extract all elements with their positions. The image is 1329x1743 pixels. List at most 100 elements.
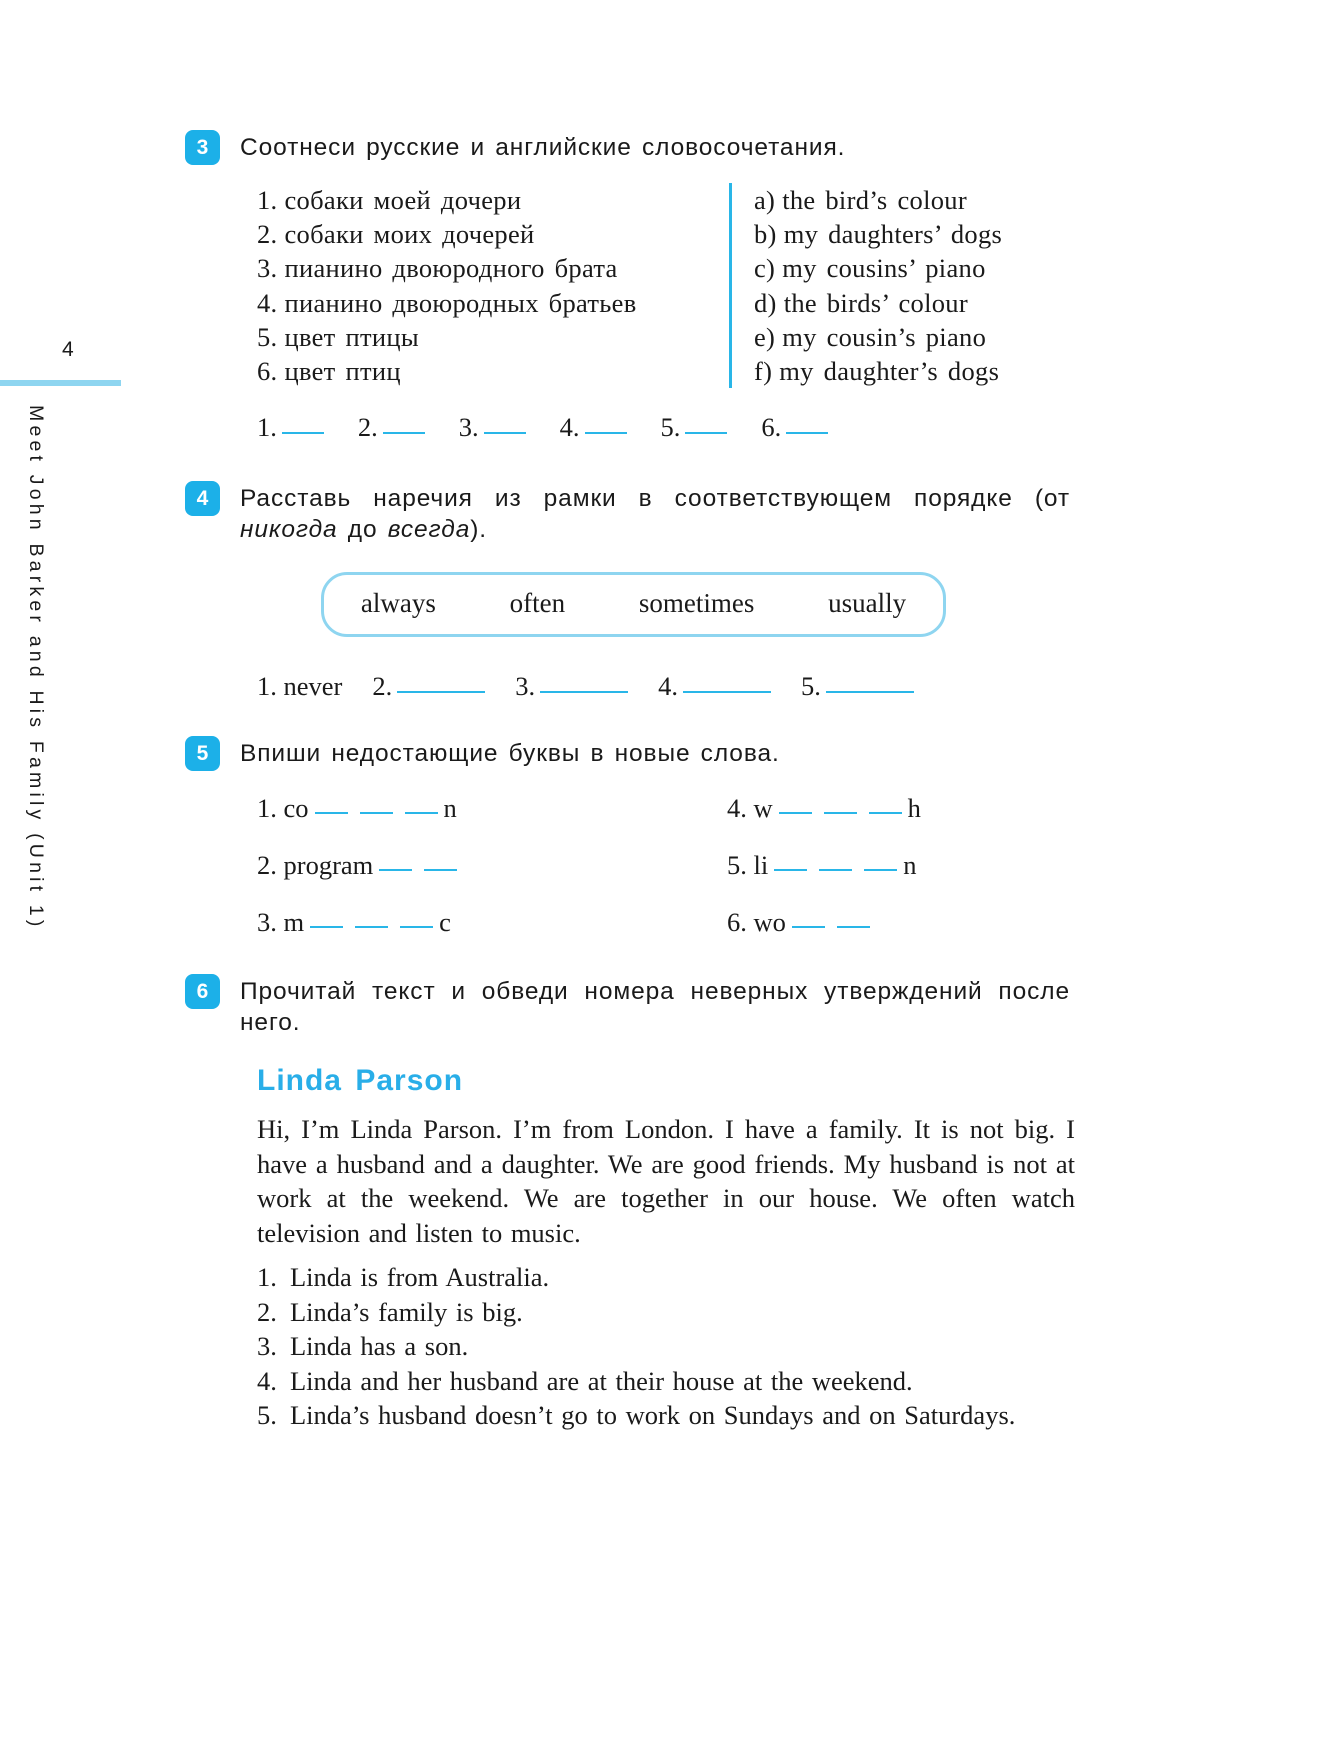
statement-text: Linda’s family is big.: [290, 1296, 523, 1327]
statement-text: Linda has a son.: [290, 1331, 469, 1362]
answer-slot-label: 2.: [372, 670, 393, 701]
letter-blank[interactable]: [836, 925, 870, 928]
item-suffix: c: [439, 906, 451, 937]
word-gap-item: 4. w h: [727, 793, 1270, 824]
exercise-3-english-column: a) the bird’s colour b) my daughters’ dogs…: [729, 183, 1002, 389]
exercise-5-number: 5: [185, 735, 220, 771]
letter-blank[interactable]: [823, 811, 857, 814]
letter-blank[interactable]: [791, 925, 825, 928]
word-gap-item: 1. co n: [257, 793, 727, 824]
letter-blank[interactable]: [355, 925, 389, 928]
answer-blank[interactable]: [540, 690, 629, 693]
item-text: собаки моих дочерей: [284, 219, 535, 250]
letter-blank[interactable]: [868, 811, 902, 814]
word-bank-item[interactable]: always: [361, 588, 436, 619]
answer-slot-label: 4.: [658, 670, 678, 701]
answer-blank[interactable]: [584, 432, 627, 435]
statement-item[interactable]: 3. Linda has a son.: [257, 1329, 1075, 1363]
letter-blank[interactable]: [778, 811, 812, 814]
item-text: my cousin’s piano: [782, 321, 987, 352]
story-text: Hi, I’m Linda Parson. I’m from London. I…: [257, 1114, 1075, 1248]
exercise-5-prompt: Впиши недостающие буквы в новые слова.: [240, 739, 780, 767]
answer-blank[interactable]: [281, 432, 324, 435]
answer-blank[interactable]: [682, 690, 771, 693]
exercise-5: 5 Впиши недостающие буквы в новые слова.…: [185, 735, 1270, 938]
answer-slot: 1.: [257, 412, 324, 442]
exercise-5-header: 5 Впиши недостающие буквы в новые слова.: [185, 735, 1270, 771]
letter-blank[interactable]: [310, 925, 344, 928]
statement-item[interactable]: 1. Linda is from Australia.: [257, 1260, 1075, 1294]
item-label: 5.: [257, 321, 278, 352]
item-label: 3.: [257, 253, 278, 284]
letter-blank[interactable]: [314, 811, 348, 814]
item-label: 1.: [257, 792, 277, 823]
letter-blank[interactable]: [774, 868, 808, 871]
page-margin-sidebar: 4 Meet John Barker and His Family (Unit …: [0, 0, 185, 1743]
statement-number[interactable]: 4.: [257, 1364, 290, 1398]
word-gap-item: 2. program: [257, 850, 727, 881]
letter-blank[interactable]: [864, 868, 898, 871]
letter-blank[interactable]: [400, 925, 434, 928]
statement-text: Linda’s husband doesn’t go to work on Su…: [290, 1399, 1016, 1430]
statement-item[interactable]: 5. Linda’s husband doesn’t go to work on…: [257, 1398, 1075, 1432]
exercise-6: 6 Прочитай текст и обведи номера неверны…: [185, 973, 1270, 1433]
answer-blank[interactable]: [382, 432, 425, 435]
statement-number[interactable]: 5.: [257, 1398, 290, 1432]
item-text: цвет птицы: [284, 321, 419, 352]
list-item: a) the bird’s colour: [754, 183, 1002, 217]
statement-number[interactable]: 1.: [257, 1260, 290, 1294]
prompt-part-2: до: [337, 516, 388, 544]
list-item: 4. пианино двоюродных братьев: [257, 286, 729, 320]
answer-slot-label: 6.: [761, 412, 782, 443]
statement-number[interactable]: 3.: [257, 1329, 290, 1363]
answer-slot-label: 1.: [257, 670, 277, 701]
statement-item[interactable]: 2. Linda’s family is big.: [257, 1295, 1075, 1329]
exercise-3-answer-row: 1. 2. 3. 4. 5. 6.: [257, 412, 1270, 443]
exercise-3-russian-column: 1. собаки моей дочери 2. собаки моих дочер…: [257, 183, 729, 388]
letter-blank[interactable]: [819, 868, 853, 871]
letter-blank[interactable]: [359, 811, 393, 814]
word-bank-items: always often sometimes usually: [324, 588, 943, 619]
answer-blank[interactable]: [786, 432, 829, 435]
item-label: b): [754, 219, 777, 250]
item-label: a): [754, 185, 776, 215]
exercise-4: 4 Расставь наречия из рамки в соответств…: [185, 481, 1270, 702]
item-prefix: co: [283, 792, 309, 823]
item-text: пианино двоюродных братьев: [284, 287, 637, 318]
answer-blank[interactable]: [825, 690, 914, 693]
answer-slot-label: 3.: [458, 412, 479, 443]
running-title: Meet John Barker and His Family (Unit 1): [25, 405, 47, 931]
item-label: 3.: [257, 906, 277, 937]
statement-item[interactable]: 4. Linda and her husband are at their ho…: [257, 1364, 1075, 1398]
item-label: 2.: [257, 219, 278, 250]
answer-slot-label: 4.: [559, 412, 580, 443]
exercise-4-prompt: Расставь наречия из рамки в соответствую…: [240, 481, 1070, 546]
item-label: 4.: [257, 287, 278, 318]
letter-blank[interactable]: [379, 868, 413, 871]
item-label: 6.: [257, 355, 278, 386]
answer-slot: 5.: [801, 671, 914, 701]
word-bank-item[interactable]: usually: [828, 588, 906, 619]
prompt-part-3: ).: [470, 516, 487, 544]
item-text: the bird’s colour: [782, 185, 967, 215]
letter-blank[interactable]: [424, 868, 458, 871]
word-bank-item[interactable]: sometimes: [639, 588, 755, 619]
item-label: d): [754, 287, 777, 318]
word-bank-box: always often sometimes usually: [321, 571, 946, 637]
exercise-3-header: 3 Соотнеси русские и английские словосоч…: [185, 130, 1270, 165]
statement-text: Linda and her husband are at their house…: [290, 1365, 913, 1396]
answer-blank[interactable]: [685, 432, 728, 435]
letter-blank[interactable]: [404, 811, 438, 814]
word-bank-item[interactable]: often: [510, 588, 565, 619]
workbook-page: 4 Meet John Barker and His Family (Unit …: [0, 0, 1329, 1743]
exercise-4-header: 4 Расставь наречия из рамки в соответств…: [185, 481, 1270, 546]
word-gap-item: 3. m c: [257, 907, 727, 938]
statement-number[interactable]: 2.: [257, 1295, 290, 1329]
answer-slot: 6.: [761, 412, 829, 443]
page-content: 3 Соотнеси русские и английские словосоч…: [185, 0, 1270, 1432]
answer-blank[interactable]: [397, 690, 486, 693]
exercise-4-number: 4: [185, 481, 220, 517]
answer-blank[interactable]: [483, 432, 526, 435]
statement-text: Linda is from Australia.: [290, 1262, 550, 1293]
exercise-3-number: 3: [185, 130, 220, 165]
